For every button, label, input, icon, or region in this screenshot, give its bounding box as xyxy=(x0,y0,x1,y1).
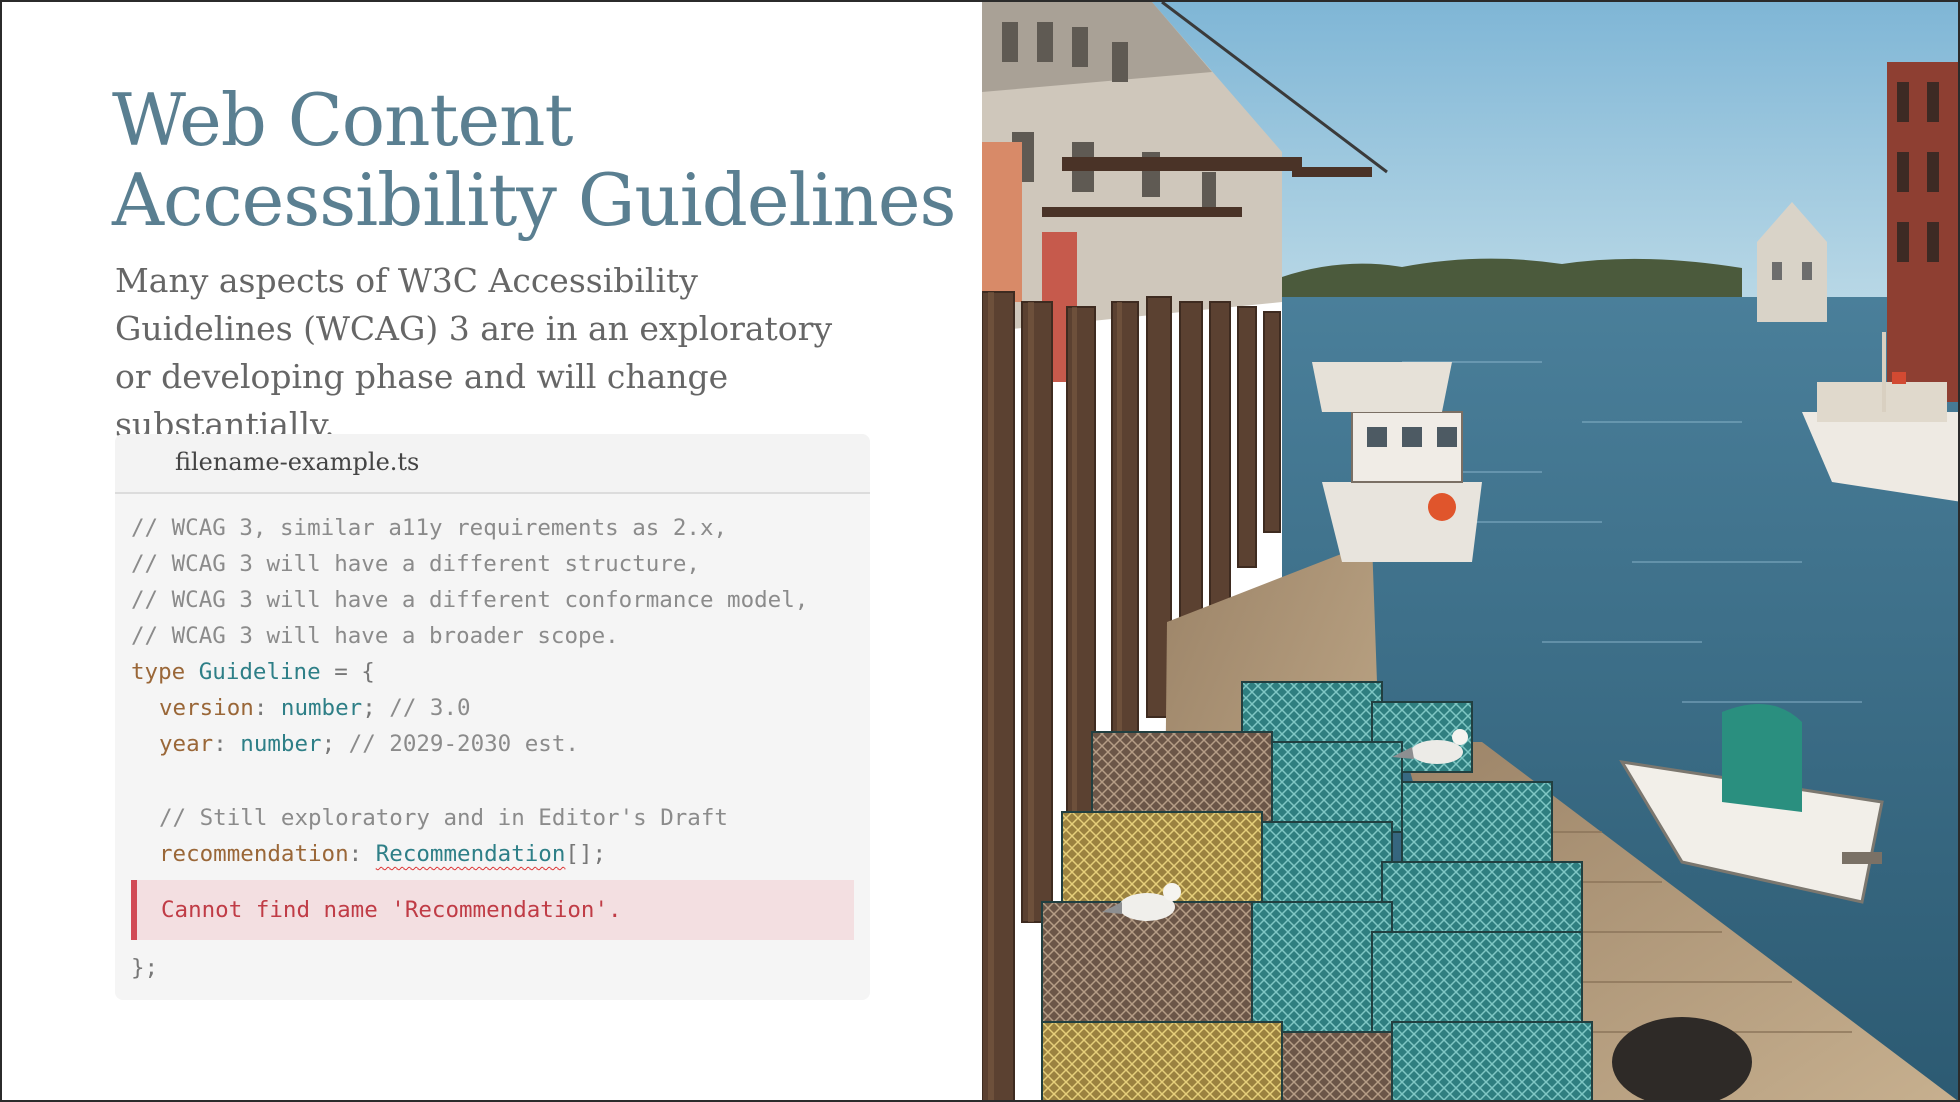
code-punctuation: []; xyxy=(565,841,607,867)
code-property: year xyxy=(159,731,214,757)
slide-title: Web Content Accessibility Guidelines xyxy=(112,78,956,242)
code-inline-comment: // 3.0 xyxy=(389,695,471,721)
code-comment-line: // WCAG 3 will have a different structur… xyxy=(131,551,700,577)
code-filename: filename-example.ts xyxy=(175,448,420,476)
slide: Web Content Accessibility Guidelines Man… xyxy=(0,0,1960,1102)
code-body: // WCAG 3, similar a11y requirements as … xyxy=(115,494,870,986)
code-year-line: year: number; // 2029-2030 est. xyxy=(159,731,579,757)
code-version-line: version: number; // 3.0 xyxy=(159,695,471,721)
harbor-photo xyxy=(982,2,1958,1100)
code-keyword: type xyxy=(131,659,186,685)
harbor-photo-illustration xyxy=(982,2,1958,1100)
text-panel: Web Content Accessibility Guidelines Man… xyxy=(2,2,982,1100)
slide-title-line-2: Accessibility Guidelines xyxy=(112,158,956,242)
code-block: filename-example.ts // WCAG 3, similar a… xyxy=(115,434,870,1000)
slide-subtitle: Many aspects of W3C Accessibility Guidel… xyxy=(115,261,833,444)
code-comment-line: // WCAG 3, similar a11y requirements as … xyxy=(131,515,728,541)
code-property: version xyxy=(159,695,254,721)
code-comment-line: // WCAG 3 will have a different conforma… xyxy=(131,587,809,613)
code-inline-comment: // 2029-2030 est. xyxy=(348,731,579,757)
code-type-declaration: type Guideline = { xyxy=(131,654,870,690)
code-closing-brace: }; xyxy=(131,955,159,981)
code-type: number xyxy=(240,731,322,757)
error-message: Cannot find name 'Recommendation'. xyxy=(131,880,854,940)
code-recommendation-line: recommendation: Recommendation[]; xyxy=(159,841,607,867)
code-header: filename-example.ts xyxy=(115,434,870,494)
code-draft-comment: // Still exploratory and in Editor's Dra… xyxy=(159,805,728,831)
code-punctuation: = { xyxy=(320,659,375,685)
code-property: recommendation xyxy=(159,841,349,867)
code-type: number xyxy=(280,695,363,721)
code-comment-line: // WCAG 3 will have a broader scope. xyxy=(131,623,619,649)
code-type-name: Guideline xyxy=(198,659,321,685)
code-error-reference: Recommendation xyxy=(375,841,566,867)
slide-title-line-1: Web Content xyxy=(112,78,573,162)
